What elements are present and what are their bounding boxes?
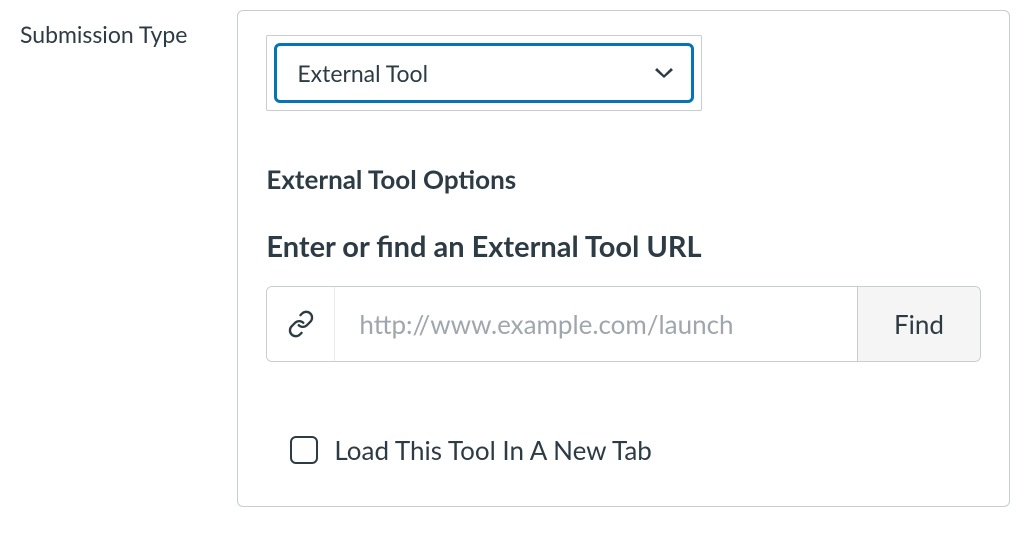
load-in-new-tab-checkbox[interactable] xyxy=(290,436,318,464)
link-icon xyxy=(267,287,335,361)
external-tool-url-group: Find xyxy=(266,286,981,362)
submission-type-label: Submission Type xyxy=(20,10,187,48)
external-tool-url-input[interactable] xyxy=(335,287,857,361)
submission-type-select-wrapper: External Tool xyxy=(266,35,702,111)
submission-type-options-box: External Tool External Tool Options Ente… xyxy=(237,10,1010,507)
external-tool-options-heading: External Tool Options xyxy=(266,163,981,195)
load-in-new-tab-label[interactable]: Load This Tool In A New Tab xyxy=(334,434,651,466)
find-button[interactable]: Find xyxy=(857,287,980,361)
submission-type-select[interactable]: External Tool xyxy=(274,43,694,103)
external-tool-url-heading: Enter or find an External Tool URL xyxy=(266,229,981,264)
